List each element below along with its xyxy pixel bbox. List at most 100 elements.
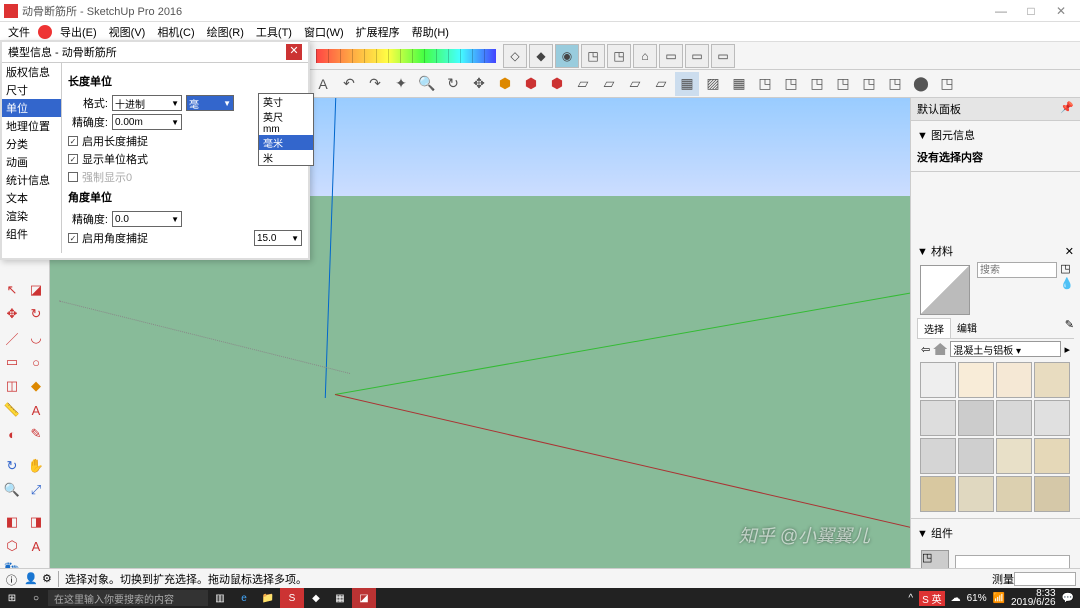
menu-window[interactable]: 窗口(W) [298, 22, 350, 42]
material-dropper-icon[interactable]: 💧 [1060, 277, 1074, 290]
push-icon[interactable]: ◫ [1, 375, 23, 397]
material-search-input[interactable] [977, 262, 1057, 278]
tool-btn[interactable]: ▭ [711, 44, 735, 68]
dialog-nav-item[interactable]: 统计信息 [2, 171, 61, 189]
tool-icon[interactable]: ⬡ [1, 535, 23, 557]
checkbox-display-units[interactable] [68, 154, 78, 164]
material-swatch[interactable] [1034, 400, 1070, 436]
tape-icon[interactable]: 📏 [1, 399, 23, 421]
tool-icon[interactable]: ▨ [701, 72, 725, 96]
tool-icon[interactable]: ▦ [727, 72, 751, 96]
tool-icon[interactable]: ◧ [1, 511, 23, 533]
tool-icon[interactable]: ✥ [467, 72, 491, 96]
arc-icon[interactable]: ◡ [25, 327, 47, 349]
status-icon[interactable]: ⓘ [6, 572, 20, 586]
taskbar-search[interactable]: 在这里输入你要搜索的内容 [48, 590, 208, 606]
dropdown-option[interactable]: 英寸 [259, 94, 313, 109]
maximize-button[interactable]: □ [1016, 4, 1046, 18]
tool-icon[interactable]: ◳ [857, 72, 881, 96]
menu-help[interactable]: 帮助(H) [406, 22, 455, 42]
tool-icon[interactable]: ▱ [571, 72, 595, 96]
tray-icon[interactable]: ^ [908, 593, 913, 604]
material-swatch[interactable] [996, 400, 1032, 436]
status-icon[interactable]: ⚙ [42, 572, 56, 586]
panel-close-icon[interactable]: ✕ [1065, 245, 1074, 258]
dropdown-option[interactable]: 英尺 [259, 109, 313, 124]
format-select[interactable]: 十进制▼ [112, 95, 182, 111]
angle-snap-select[interactable]: 15.0▼ [254, 230, 302, 246]
material-swatch[interactable] [996, 362, 1032, 398]
material-category-select[interactable]: 混凝土与铝板 ▾ [950, 341, 1061, 357]
move-icon[interactable]: ✥ [1, 303, 23, 325]
checkbox-length-snap[interactable] [68, 136, 78, 146]
angle-precision-select[interactable]: 0.0▼ [112, 211, 182, 227]
taskbar-app[interactable]: S [280, 588, 304, 608]
menu-tools[interactable]: 工具(T) [250, 22, 298, 42]
rect-icon[interactable]: ▭ [1, 351, 23, 373]
dialog-nav-item[interactable]: 组件 [2, 225, 61, 243]
material-swatch[interactable] [958, 362, 994, 398]
tool-icon[interactable]: ◳ [779, 72, 803, 96]
tab-edit[interactable]: 编辑 [951, 318, 983, 338]
tool-btn[interactable]: ◳ [581, 44, 605, 68]
tool-icon[interactable]: ⬢ [545, 72, 569, 96]
tool-icon[interactable]: ▱ [597, 72, 621, 96]
tool-icon[interactable]: A [25, 535, 47, 557]
taskbar-app[interactable]: e [232, 588, 256, 608]
tool-icon[interactable]: ✦ [389, 72, 413, 96]
erase-icon[interactable]: ◐ [1, 423, 23, 445]
unit-select[interactable]: 毫▼ [186, 95, 234, 111]
materials-title[interactable]: ▼ 材料 [917, 243, 953, 259]
precision-select[interactable]: 0.00m▼ [112, 114, 182, 130]
back-icon[interactable]: ⇦ [921, 343, 930, 356]
close-button[interactable]: ✕ [1046, 4, 1076, 18]
tool-icon[interactable]: ◳ [831, 72, 855, 96]
tool-btn[interactable]: ◆ [529, 44, 553, 68]
start-button[interactable]: ⊞ [0, 588, 24, 608]
dropdown-option[interactable]: 毫米 [259, 135, 313, 150]
material-swatch[interactable] [920, 362, 956, 398]
tool-btn[interactable]: ▭ [659, 44, 683, 68]
tool-icon[interactable]: ◪ [25, 279, 47, 301]
menu-extensions[interactable]: 扩展程序 [350, 22, 406, 42]
entity-info-title[interactable]: ▼ 图元信息 [917, 127, 975, 143]
components-title[interactable]: ▼ 组件 [917, 525, 953, 541]
material-swatch[interactable] [920, 400, 956, 436]
shadow-time-slider[interactable] [316, 49, 496, 63]
tool-icon[interactable]: ⬢ [493, 72, 517, 96]
home-icon[interactable]: ⌂ [633, 44, 657, 68]
tray-icon[interactable]: ☁ [951, 593, 961, 604]
menu-file[interactable]: 文件 [2, 22, 36, 42]
material-swatch[interactable] [996, 438, 1032, 474]
material-swatch[interactable] [958, 476, 994, 512]
tool-btn[interactable]: ◇ [503, 44, 527, 68]
tool-icon[interactable]: ▱ [623, 72, 647, 96]
details-icon[interactable]: ▸ [1064, 343, 1070, 356]
tool-icon[interactable]: ◳ [805, 72, 829, 96]
zoom-ext-icon[interactable]: ⤢ [25, 479, 47, 501]
material-swatch[interactable] [920, 476, 956, 512]
circle-icon[interactable]: ○ [25, 351, 47, 373]
ime-indicator[interactable]: S 英 [919, 591, 944, 606]
notifications-icon[interactable]: 💬 [1062, 593, 1074, 604]
search-icon[interactable]: 🔍 [415, 72, 439, 96]
dialog-close-button[interactable]: ✕ [286, 44, 302, 60]
select-icon[interactable]: ↖ [1, 279, 23, 301]
home-icon[interactable] [933, 343, 947, 355]
tool-btn[interactable]: ◳ [607, 44, 631, 68]
panel-pin-icon[interactable]: 📌 [1060, 101, 1074, 117]
material-swatch[interactable] [996, 476, 1032, 512]
material-swatch[interactable] [920, 438, 956, 474]
tool-btn-active[interactable]: ◉ [555, 44, 579, 68]
tool-icon[interactable]: ▦ [675, 72, 699, 96]
clock-date[interactable]: 2019/6/26 [1011, 598, 1056, 607]
material-swatch[interactable] [1034, 362, 1070, 398]
tool-icon[interactable]: A [311, 72, 335, 96]
network-icon[interactable]: 📶 [993, 593, 1005, 604]
tool-icon[interactable]: ◨ [25, 511, 47, 533]
dialog-nav-item[interactable]: 地理位置 [2, 117, 61, 135]
tool-btn[interactable]: ▭ [685, 44, 709, 68]
pan-icon[interactable]: ✋ [25, 455, 47, 477]
task-view-icon[interactable]: ▥ [208, 588, 232, 608]
taskbar-app[interactable]: ◪ [352, 588, 376, 608]
